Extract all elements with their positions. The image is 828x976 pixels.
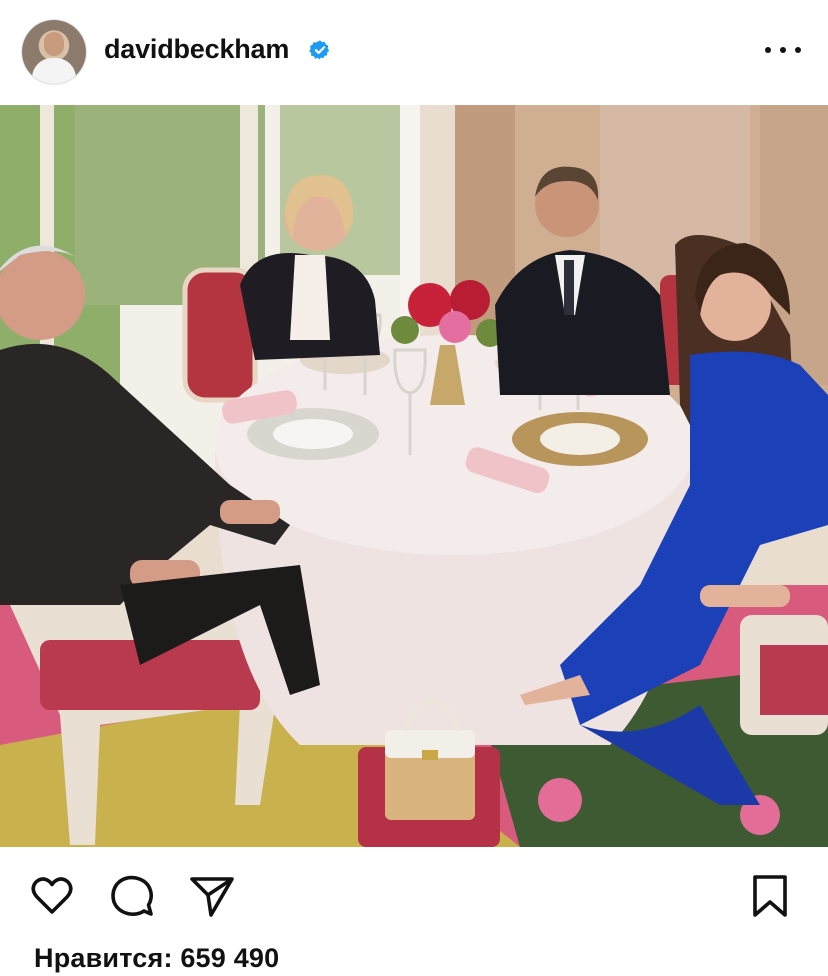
likes-count: 659 490: [180, 943, 280, 973]
post-header: davidbeckham: [0, 0, 828, 104]
verified-badge-icon: [309, 40, 330, 60]
post-photo[interactable]: [0, 105, 828, 847]
send-icon: [190, 877, 234, 917]
bookmark-icon: [753, 875, 787, 917]
likes-summary[interactable]: Нравится: 659 490: [34, 943, 279, 974]
share-button[interactable]: [188, 872, 236, 920]
more-options-button[interactable]: [765, 36, 801, 64]
like-button[interactable]: [28, 872, 76, 920]
comment-button[interactable]: [108, 872, 156, 920]
photo-illustration: [0, 105, 828, 847]
more-dots-icon: [765, 47, 771, 53]
username[interactable]: davidbeckham: [104, 34, 289, 65]
likes-label: Нравится:: [34, 943, 173, 973]
comment-icon: [111, 875, 154, 916]
avatar[interactable]: [22, 20, 86, 84]
post-actions: [0, 848, 828, 938]
save-button[interactable]: [746, 872, 794, 920]
heart-icon: [31, 877, 73, 914]
